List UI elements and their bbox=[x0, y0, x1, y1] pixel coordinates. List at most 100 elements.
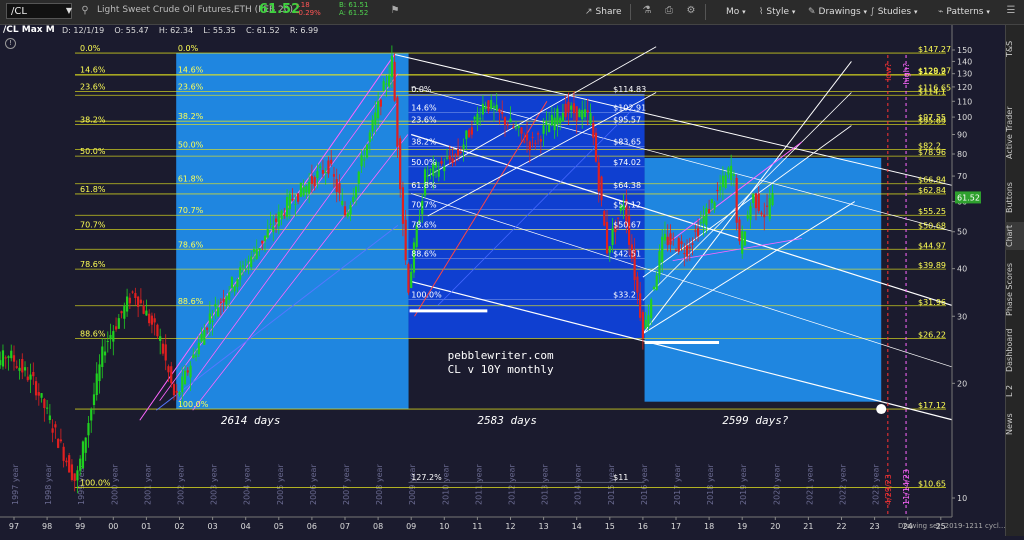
x-tick-label: 19 bbox=[737, 522, 747, 531]
candle-body bbox=[732, 174, 736, 176]
candle-body bbox=[161, 343, 165, 354]
sidebar-tab-news[interactable]: News bbox=[1005, 410, 1024, 438]
drawings-icon: ✎ bbox=[808, 7, 816, 17]
y-tick-label: 100 bbox=[957, 113, 972, 122]
menu-icon[interactable]: ☰ bbox=[1004, 3, 1018, 19]
candle-body bbox=[18, 367, 21, 371]
candle-body bbox=[401, 187, 405, 224]
candle-body bbox=[59, 439, 62, 442]
studies-button[interactable]: ∫ Studies ▾ bbox=[870, 4, 917, 20]
annotation-text: CL v 10Y monthly bbox=[448, 363, 554, 376]
fib-price-label: $114.83 bbox=[613, 85, 646, 94]
sidebar-tab-dashboard[interactable]: Dashboard bbox=[1005, 329, 1024, 372]
studies-label: Studies bbox=[877, 7, 912, 17]
cycle-target-marker bbox=[876, 404, 887, 415]
candle-body bbox=[76, 470, 79, 481]
flask-icon[interactable]: ⚗ bbox=[640, 3, 654, 19]
year-watermark: 2007 year bbox=[342, 464, 351, 505]
candle-body bbox=[194, 355, 198, 358]
fib-level-label: 50.0% bbox=[178, 141, 204, 150]
candle-body bbox=[410, 271, 413, 289]
sidebar-tab-buttons[interactable]: Buttons bbox=[1005, 178, 1024, 218]
candle-body bbox=[335, 179, 338, 193]
candle-body bbox=[724, 175, 727, 188]
studies-icon: ∫ bbox=[870, 7, 875, 17]
candle-body bbox=[352, 196, 355, 203]
share-label: Share bbox=[595, 7, 622, 17]
candle-body bbox=[46, 407, 49, 409]
x-tick-label: 20 bbox=[770, 522, 780, 531]
period-label: Mo bbox=[726, 7, 740, 17]
candle-body bbox=[727, 167, 730, 175]
candle-body bbox=[429, 169, 432, 171]
sidebar-tab-chart[interactable]: Chart bbox=[1005, 222, 1024, 250]
candle-body bbox=[512, 126, 515, 128]
marker-label: high? bbox=[902, 63, 911, 85]
flag-icon[interactable]: ⚑ bbox=[388, 3, 402, 19]
candle-body bbox=[327, 160, 330, 174]
year-watermark: 2008 year bbox=[375, 464, 384, 505]
x-tick-label: 15 bbox=[605, 522, 615, 531]
sidebar-tab-phase-scores[interactable]: Phase Scores bbox=[1005, 256, 1024, 322]
y-tick-label: 70 bbox=[957, 172, 967, 181]
sidebar-tab-t-s[interactable]: T&S bbox=[1005, 30, 1024, 68]
candle-body bbox=[721, 175, 724, 187]
chevron-down-icon: ▾ bbox=[913, 8, 918, 16]
year-watermark: 2001 year bbox=[143, 464, 152, 505]
link-icon[interactable]: ⚲ bbox=[78, 3, 92, 19]
candle-body bbox=[87, 423, 90, 436]
share-button[interactable]: ↗ Share bbox=[585, 4, 622, 20]
candle-body bbox=[15, 366, 18, 368]
style-button[interactable]: ⌇ Style ▾ bbox=[759, 4, 795, 20]
gear-icon[interactable]: ⚙ bbox=[684, 3, 698, 19]
candle-body bbox=[503, 117, 507, 125]
drawings-button[interactable]: ✎ Drawings ▾ bbox=[808, 4, 867, 20]
candle-body bbox=[641, 311, 644, 339]
year-watermark: 2023 year bbox=[872, 464, 881, 505]
print-icon[interactable]: ⎙ bbox=[662, 3, 676, 19]
candle-body bbox=[280, 210, 283, 220]
patterns-button[interactable]: ⌁ Patterns ▾ bbox=[938, 4, 990, 20]
sidebar-tab-active-trader[interactable]: Active Trader bbox=[1005, 100, 1024, 166]
candle-body bbox=[263, 235, 267, 242]
symbol-dropdown-icon[interactable]: ▼ bbox=[63, 3, 75, 19]
candle-body bbox=[738, 219, 741, 242]
price-change-abs: -.18 bbox=[296, 1, 310, 9]
candle-body bbox=[37, 392, 40, 396]
level-price-label: $26.22 bbox=[918, 331, 946, 340]
candle-body bbox=[106, 341, 109, 343]
candle-body bbox=[705, 208, 708, 226]
candle-body bbox=[743, 231, 747, 246]
candle-body bbox=[137, 296, 140, 307]
candle-body bbox=[663, 233, 667, 241]
candle-body bbox=[285, 197, 289, 218]
fib-price-label: $33.2 bbox=[613, 290, 636, 299]
fib-level-label: 78.6% bbox=[411, 221, 437, 230]
candle-body bbox=[603, 210, 606, 226]
candle-body bbox=[297, 193, 300, 202]
fib-level-label: 100.0% bbox=[411, 290, 442, 299]
candle-body bbox=[200, 333, 203, 342]
candle-body bbox=[445, 157, 449, 159]
candle-body bbox=[528, 141, 531, 151]
candle-body bbox=[616, 217, 620, 219]
fib-level-label: 0.0% bbox=[178, 44, 199, 53]
candle-body bbox=[600, 176, 603, 201]
chart-area[interactable]: 1996 year1997 year1998 year1999 year2000… bbox=[0, 25, 1005, 536]
y-tick-label: 120 bbox=[957, 83, 972, 92]
info-icon[interactable]: ! bbox=[5, 38, 16, 49]
candle-body bbox=[123, 305, 126, 319]
candle-body bbox=[21, 359, 24, 373]
candle-body bbox=[51, 428, 54, 433]
sidebar-tab-l-2[interactable]: L 2 bbox=[1005, 380, 1024, 402]
candle-body bbox=[288, 193, 291, 210]
period-button[interactable]: Mo ▾ bbox=[726, 4, 746, 20]
level-price-label: $10.65 bbox=[918, 480, 946, 489]
y-tick-label: 10 bbox=[957, 494, 967, 503]
price-chart[interactable]: 1996 year1997 year1998 year1999 year2000… bbox=[0, 25, 1005, 536]
candle-body bbox=[266, 229, 269, 238]
x-tick-label: 09 bbox=[406, 522, 416, 531]
candle-body bbox=[134, 293, 137, 299]
x-tick-label: 98 bbox=[42, 522, 52, 531]
x-tick-label: 02 bbox=[174, 522, 184, 531]
